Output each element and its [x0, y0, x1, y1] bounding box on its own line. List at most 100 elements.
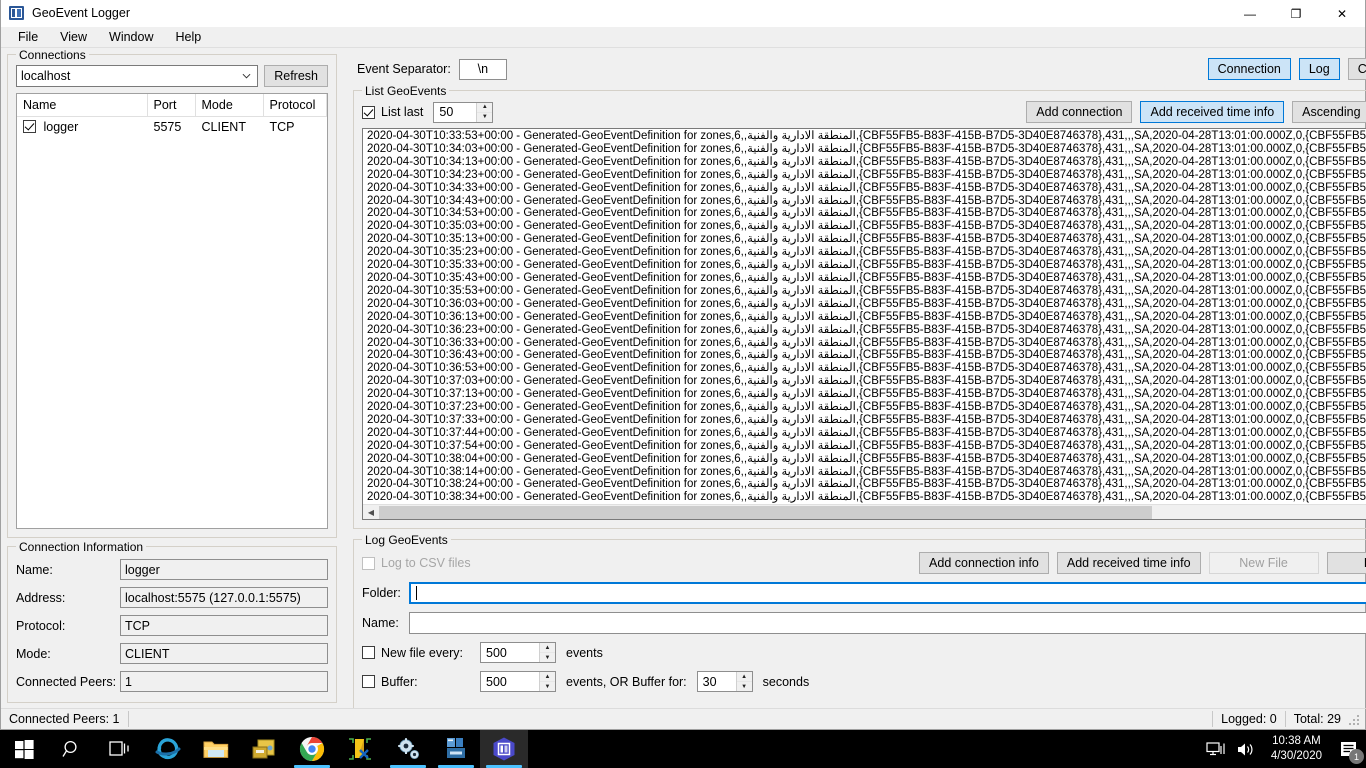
geoevent-log-line[interactable]: 2020-04-30T10:37:23+00:00 - Generated-Ge… [367, 401, 1366, 414]
list-last-checkbox-label[interactable]: List last [362, 105, 423, 119]
menu-view[interactable]: View [49, 27, 98, 47]
menu-window[interactable]: Window [98, 27, 164, 47]
geoevent-log-line[interactable]: 2020-04-30T10:34:23+00:00 - Generated-Ge… [367, 169, 1366, 182]
taskbar-clock[interactable]: 10:38 AM 4/30/2020 [1261, 734, 1332, 764]
scrollbar-thumb[interactable] [379, 505, 1152, 519]
geoevent-log-line[interactable]: 2020-04-30T10:37:13+00:00 - Generated-Ge… [367, 388, 1366, 401]
buffer-stepper[interactable]: 500 ▲ ▼ [480, 671, 556, 693]
buffer-checkbox-label[interactable]: Buffer: [362, 675, 470, 689]
pause-button[interactable]: Pause [1326, 552, 1366, 575]
geoevent-log-line[interactable]: 2020-04-30T10:36:03+00:00 - Generated-Ge… [367, 298, 1366, 311]
geoevent-log-line[interactable]: 2020-04-30T10:38:24+00:00 - Generated-Ge… [367, 478, 1366, 491]
menu-help[interactable]: Help [165, 27, 213, 47]
notepad-plus-plus-button[interactable] [336, 730, 384, 768]
geoevent-log-line[interactable]: 2020-04-30T10:37:33+00:00 - Generated-Ge… [367, 414, 1366, 427]
list-last-stepper-arrows[interactable]: ▲ ▼ [476, 102, 493, 122]
geoevent-log-line[interactable]: 2020-04-30T10:34:53+00:00 - Generated-Ge… [367, 207, 1366, 220]
start-button[interactable] [0, 730, 48, 768]
settings-app-button[interactable] [384, 730, 432, 768]
geoevents-list-box[interactable]: 2020-04-30T10:33:53+00:00 - Generated-Ge… [362, 128, 1366, 521]
stepper-up-icon[interactable]: ▲ [540, 672, 555, 683]
geoevent-log-line[interactable]: 2020-04-30T10:35:53+00:00 - Generated-Ge… [367, 285, 1366, 298]
sort-order-button[interactable]: Ascending [1292, 101, 1366, 123]
geoevents-list-lines[interactable]: 2020-04-30T10:33:53+00:00 - Generated-Ge… [363, 129, 1366, 504]
clear-counter-button[interactable]: Clear Counter [1347, 58, 1366, 80]
buffer-stepper-arrows[interactable]: ▲ ▼ [539, 672, 555, 692]
scrollbar-track[interactable] [379, 504, 1366, 520]
list-last-checkbox[interactable] [362, 105, 375, 119]
buffer-value[interactable]: 500 [481, 675, 539, 689]
stepper-down-icon[interactable]: ▼ [540, 682, 555, 691]
event-separator-input[interactable]: \n [458, 58, 507, 80]
network-button[interactable] [1201, 730, 1231, 768]
add-received-time-info-button[interactable]: Add received time info [1140, 101, 1285, 123]
geoevent-log-line[interactable]: 2020-04-30T10:37:44+00:00 - Generated-Ge… [367, 427, 1366, 440]
internet-explorer-button[interactable] [144, 730, 192, 768]
cell-name[interactable]: logger [17, 117, 147, 138]
geoevent-log-line[interactable]: 2020-04-30T10:34:13+00:00 - Generated-Ge… [367, 156, 1366, 169]
geoevent-log-line[interactable]: 2020-04-30T10:34:33+00:00 - Generated-Ge… [367, 182, 1366, 195]
geoevents-horizontal-scrollbar[interactable]: ◀ ▶ [363, 504, 1366, 520]
list-last-stepper[interactable]: 50 ▲ ▼ [433, 101, 494, 123]
geoevent-log-line[interactable]: 2020-04-30T10:36:13+00:00 - Generated-Ge… [367, 311, 1366, 324]
geoevent-log-line[interactable]: 2020-04-30T10:35:03+00:00 - Generated-Ge… [367, 220, 1366, 233]
column-header-mode[interactable]: Mode [195, 94, 264, 117]
buffer-seconds-value[interactable]: 30 [698, 675, 736, 689]
buffer-seconds-stepper[interactable]: 30 ▲ ▼ [696, 671, 753, 693]
geoevent-log-line[interactable]: 2020-04-30T10:35:33+00:00 - Generated-Ge… [367, 259, 1366, 272]
geoevent-log-line[interactable]: 2020-04-30T10:38:04+00:00 - Generated-Ge… [367, 453, 1366, 466]
geoevent-log-line[interactable]: 2020-04-30T10:35:23+00:00 - Generated-Ge… [367, 246, 1366, 259]
notifications-button[interactable]: 1 [1332, 730, 1366, 768]
new-file-every-stepper[interactable]: 500 ▲ ▼ [480, 642, 556, 664]
stepper-up-icon[interactable]: ▲ [736, 672, 752, 683]
geoevent-log-line[interactable]: 2020-04-30T10:37:54+00:00 - Generated-Ge… [367, 440, 1366, 453]
table-row[interactable]: logger 5575 CLIENT TCP [17, 117, 327, 138]
row-checkbox[interactable] [23, 120, 36, 133]
log-add-received-time-info-button[interactable]: Add received time info [1056, 552, 1201, 575]
buffer-seconds-stepper-arrows[interactable]: ▲ ▼ [735, 672, 752, 692]
list-last-value[interactable]: 50 [434, 105, 476, 119]
arcgis-server-manager-button[interactable] [432, 730, 480, 768]
menu-file[interactable]: File [7, 27, 49, 47]
new-file-every-stepper-arrows[interactable]: ▲ ▼ [539, 643, 555, 663]
geoevent-log-line[interactable]: 2020-04-30T10:36:43+00:00 - Generated-Ge… [367, 349, 1366, 362]
volume-button[interactable] [1231, 730, 1261, 768]
connection-tab-button[interactable]: Connection [1207, 58, 1291, 80]
geoevent-log-line[interactable]: 2020-04-30T10:36:53+00:00 - Generated-Ge… [367, 362, 1366, 375]
add-connection-button[interactable]: Add connection [1026, 101, 1133, 123]
new-file-every-checkbox[interactable] [362, 646, 375, 660]
new-file-every-value[interactable]: 500 [481, 646, 539, 660]
geoevent-log-line[interactable]: 2020-04-30T10:37:03+00:00 - Generated-Ge… [367, 375, 1366, 388]
column-header-name[interactable]: Name [17, 94, 148, 117]
stepper-up-icon[interactable]: ▲ [477, 103, 493, 113]
host-select[interactable]: localhost [16, 65, 259, 87]
column-header-protocol[interactable]: Protocol [263, 94, 327, 117]
geoevent-log-line[interactable]: 2020-04-30T10:35:43+00:00 - Generated-Ge… [367, 272, 1366, 285]
column-header-port[interactable]: Port [147, 94, 196, 117]
file-explorer-button[interactable] [192, 730, 240, 768]
connections-table-wrapper[interactable]: Name Port Mode Protocol logger 5575 CLIE… [16, 93, 328, 529]
close-icon[interactable]: ✕ [1319, 0, 1365, 27]
geoevent-log-line[interactable]: 2020-04-30T10:35:13+00:00 - Generated-Ge… [367, 233, 1366, 246]
name-input[interactable] [409, 612, 1366, 635]
stepper-down-icon[interactable]: ▼ [477, 113, 492, 122]
geoevent-log-line[interactable]: 2020-04-30T10:33:53+00:00 - Generated-Ge… [367, 130, 1366, 143]
maximize-icon[interactable]: ❐ [1273, 0, 1319, 27]
add-connection-info-button[interactable]: Add connection info [919, 552, 1049, 575]
buffer-checkbox[interactable] [362, 675, 375, 689]
geoevent-log-line[interactable]: 2020-04-30T10:38:34+00:00 - Generated-Ge… [367, 491, 1366, 504]
stepper-down-icon[interactable]: ▼ [540, 653, 555, 662]
google-chrome-button[interactable] [288, 730, 336, 768]
geoevent-log-line[interactable]: 2020-04-30T10:36:33+00:00 - Generated-Ge… [367, 337, 1366, 350]
refresh-button[interactable]: Refresh [264, 65, 328, 87]
search-button[interactable] [48, 730, 96, 768]
log-tab-button[interactable]: Log [1298, 58, 1340, 80]
stepper-up-icon[interactable]: ▲ [540, 643, 555, 654]
geoevent-log-line[interactable]: 2020-04-30T10:34:43+00:00 - Generated-Ge… [367, 195, 1366, 208]
scroll-left-icon[interactable]: ◀ [363, 504, 379, 520]
new-file-every-checkbox-label[interactable]: New file every: [362, 646, 470, 660]
geoevent-log-line[interactable]: 2020-04-30T10:34:03+00:00 - Generated-Ge… [367, 143, 1366, 156]
folder-input[interactable] [409, 582, 1366, 605]
geoevent-log-line[interactable]: 2020-04-30T10:36:23+00:00 - Generated-Ge… [367, 324, 1366, 337]
archive-manager-button[interactable] [240, 730, 288, 768]
